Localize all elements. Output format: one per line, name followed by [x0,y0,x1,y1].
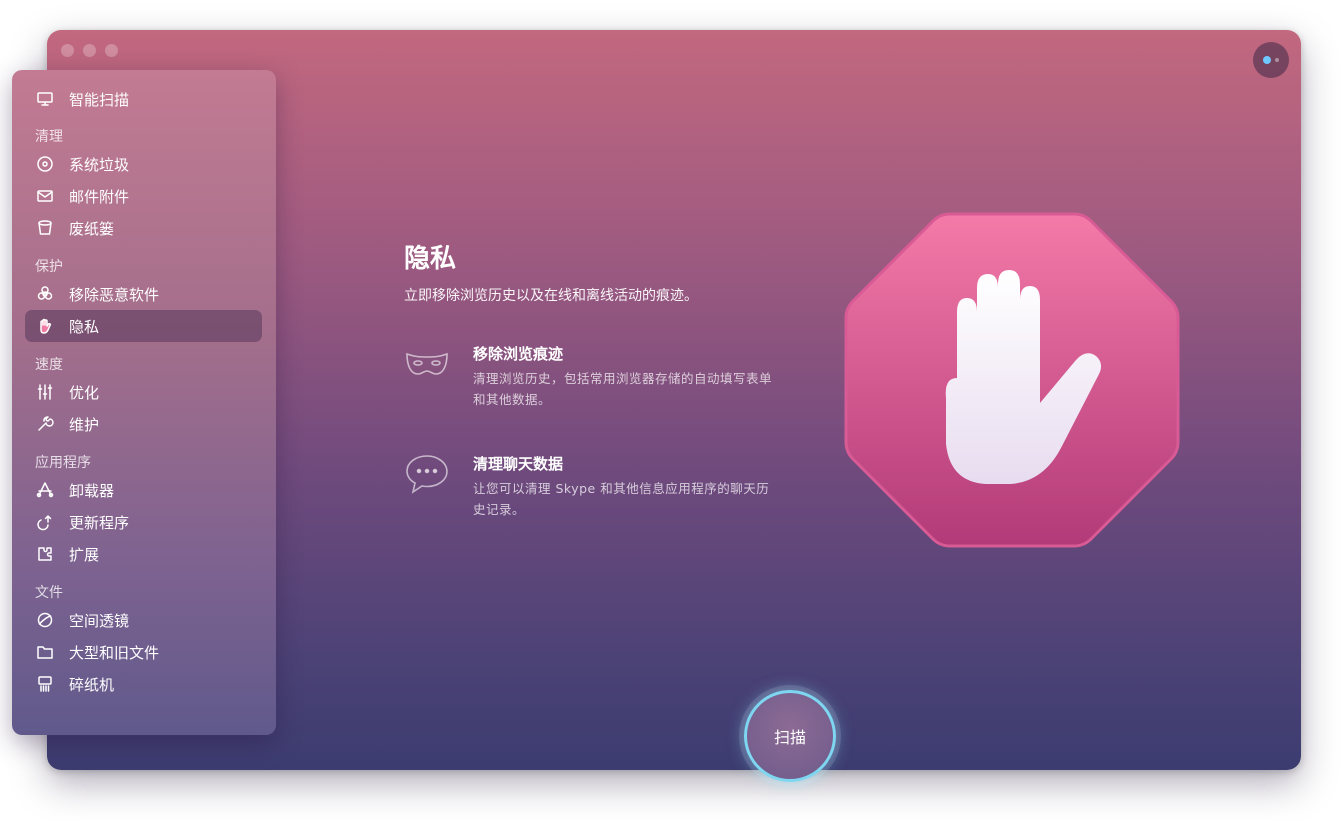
planet-icon [35,610,55,630]
feature-description: 清理浏览历史，包括常用浏览器存储的自动填写表单 和其他数据。 [473,368,803,410]
disk-icon [35,154,55,174]
window-controls [61,44,118,57]
sidebar-item-label: 扩展 [69,545,100,564]
sidebar-item-system-junk[interactable]: 系统垃圾 [25,148,262,180]
uninstaller-icon [35,480,55,500]
feature-description-line: 和其他数据。 [473,392,552,407]
puzzle-icon [35,544,55,564]
sidebar-item-trash[interactable]: 废纸篓 [25,212,262,244]
sidebar-item-label: 智能扫描 [69,90,130,109]
mask-icon [403,342,451,390]
sidebar-item-label: 优化 [69,383,100,402]
sidebar-item-privacy[interactable]: 隐私 [25,310,262,342]
sidebar-item-large-old-files[interactable]: 大型和旧文件 [25,636,262,668]
sidebar-item-space-lens[interactable]: 空间透镜 [25,604,262,636]
sidebar-item-label: 更新程序 [69,513,130,532]
sidebar-item-updater[interactable]: 更新程序 [25,506,262,538]
trash-icon [35,218,55,238]
sidebar-section-header: 文件 [35,585,63,601]
hand-icon [35,316,55,336]
assistant-button[interactable] [1253,42,1289,78]
close-window-button[interactable] [61,44,74,57]
wrench-icon [35,414,55,434]
page-subtitle: 立即移除浏览历史以及在线和离线活动的痕迹。 [404,288,698,304]
sidebar-item-extensions[interactable]: 扩展 [25,538,262,570]
sidebar-item-label: 隐私 [69,317,100,336]
scan-button[interactable]: 扫描 [744,690,836,782]
sidebar-item-label: 大型和旧文件 [69,643,160,662]
biohazard-icon [35,284,55,304]
assistant-secondary-dot [1275,58,1279,62]
mail-icon [35,186,55,206]
sidebar-item-optimization[interactable]: 优化 [25,376,262,408]
sliders-icon [35,382,55,402]
chat-bubble-icon [403,450,451,498]
scan-button-label: 扫描 [773,728,806,747]
minimize-window-button[interactable] [83,44,96,57]
monitor-icon [35,89,55,109]
sidebar-item-maintenance[interactable]: 维护 [25,408,262,440]
sidebar-item-label: 卸载器 [69,481,115,500]
sidebar-item-uninstaller[interactable]: 卸载器 [25,474,262,506]
sidebar-item-mail-attachments[interactable]: 邮件附件 [25,180,262,212]
sidebar-item-label: 邮件附件 [69,187,130,206]
feature-title: 清理聊天数据 [473,455,564,473]
page-title: 隐私 [404,244,457,274]
folder-icon [35,642,55,662]
assistant-indicator-dot [1263,56,1271,64]
sidebar-item-malware-removal[interactable]: 移除恶意软件 [25,278,262,310]
feature-title: 移除浏览痕迹 [473,345,564,363]
feature-description-line: 让您可以清理 Skype 和其他信息应用程序的聊天历 [473,481,770,496]
feature-description-line: 清理浏览历史，包括常用浏览器存储的自动填写表单 [473,371,773,386]
stop-hand-icon [840,208,1184,552]
sidebar-item-label: 碎纸机 [69,675,115,694]
feature-description-line: 史记录。 [473,502,526,517]
sidebar: 智能扫描 清理 系统垃圾 邮件附件 废纸篓 保护 移除恶意软件 隐私 速度 优化… [12,70,276,735]
sidebar-item-label: 维护 [69,415,100,434]
sidebar-section-header: 速度 [35,357,63,373]
update-icon [35,512,55,532]
sidebar-item-label: 空间透镜 [69,611,130,630]
sidebar-item-label: 系统垃圾 [69,155,130,174]
zoom-window-button[interactable] [105,44,118,57]
shredder-icon [35,674,55,694]
sidebar-item-label: 废纸篓 [69,219,115,238]
sidebar-item-label: 移除恶意软件 [69,285,160,304]
sidebar-section-header: 应用程序 [35,455,91,471]
sidebar-section-header: 保护 [35,259,63,275]
sidebar-item-shredder[interactable]: 碎纸机 [25,668,262,700]
sidebar-section-header: 清理 [35,129,63,145]
sidebar-item-smart-scan[interactable]: 智能扫描 [25,83,262,115]
feature-description: 让您可以清理 Skype 和其他信息应用程序的聊天历 史记录。 [473,478,803,520]
